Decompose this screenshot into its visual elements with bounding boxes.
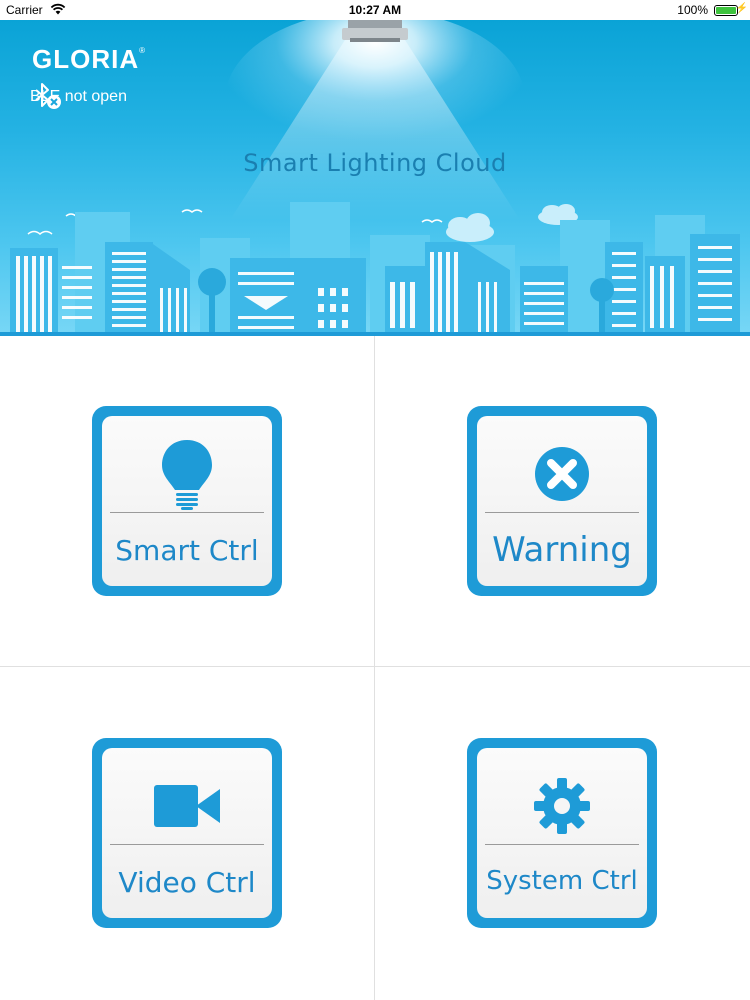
tagline: Smart Lighting Cloud — [243, 149, 507, 177]
separator — [110, 844, 264, 845]
smart-ctrl-card: Smart Ctrl — [102, 416, 272, 586]
header-banner: GLORIA® BLE not open Smart Lighting Clou… — [0, 20, 750, 336]
video-ctrl-label: Video Ctrl — [118, 866, 256, 899]
system-ctrl-card: System Ctrl — [477, 748, 647, 918]
warning-card: Warning — [477, 416, 647, 586]
status-bar: Carrier 10:27 AM 100% ⚡ — [0, 0, 750, 20]
smart-ctrl-label: Smart Ctrl — [115, 534, 259, 567]
battery-icon — [714, 5, 738, 16]
brand-name: GLORIA — [32, 44, 140, 74]
grid-divider-vertical — [374, 336, 375, 1000]
charging-icon: ⚡ — [735, 3, 748, 14]
smart-ctrl-button[interactable]: Smart Ctrl — [92, 406, 282, 596]
separator — [110, 512, 264, 513]
gloria-logo: GLORIA® — [32, 44, 146, 75]
menu-grid: Smart Ctrl Warning Video Ctrl System Ctr… — [0, 336, 750, 1000]
grid-divider-horizontal — [0, 666, 750, 667]
clock: 10:27 AM — [348, 3, 402, 17]
video-ctrl-card: Video Ctrl — [102, 748, 272, 918]
system-ctrl-button[interactable]: System Ctrl — [467, 738, 657, 928]
lightbulb-icon — [102, 438, 272, 510]
warning-button[interactable]: Warning — [467, 406, 657, 596]
video-ctrl-button[interactable]: Video Ctrl — [92, 738, 282, 928]
video-camera-icon — [102, 770, 272, 842]
separator — [485, 844, 639, 845]
close-circle-icon — [477, 438, 647, 510]
warning-label: Warning — [492, 530, 632, 570]
gear-icon — [477, 770, 647, 842]
battery-percent: 100% — [677, 3, 708, 17]
system-ctrl-label: System Ctrl — [486, 866, 638, 896]
ble-status[interactable]: BLE not open — [30, 82, 127, 112]
bluetooth-off-icon — [35, 83, 61, 109]
registered-mark: ® — [139, 46, 147, 55]
separator — [485, 512, 639, 513]
